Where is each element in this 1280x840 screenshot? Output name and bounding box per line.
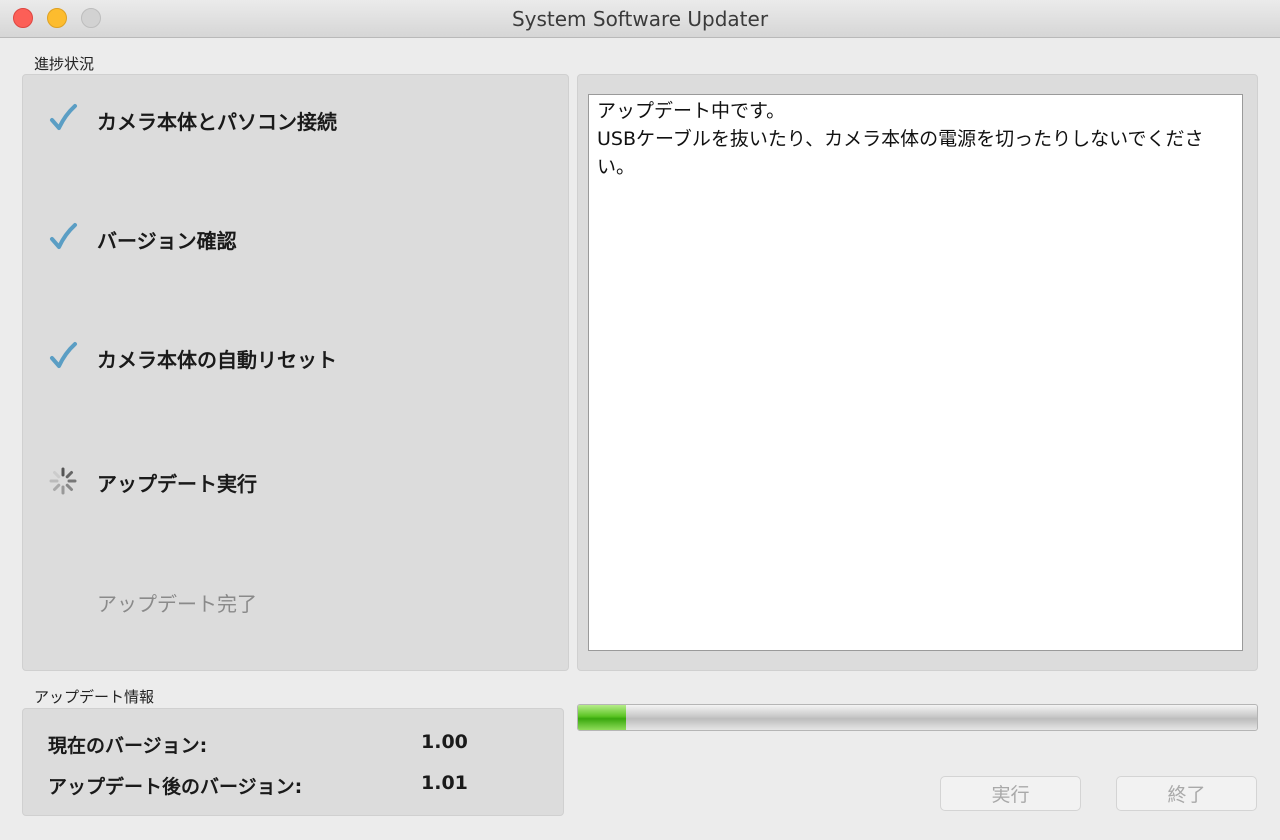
progress-section-label: 進捗状況 <box>34 55 95 73</box>
message-line: USBケーブルを抜いたり、カメラ本体の電源を切ったりしないでください。 <box>597 128 1204 178</box>
step-auto-reset: カメラ本体の自動リセット <box>47 341 337 373</box>
step-update-run: アップデート実行 <box>47 465 257 497</box>
step-label: アップデート実行 <box>97 472 257 496</box>
step-version-check: バージョン確認 <box>47 222 237 254</box>
window-title: System Software Updater <box>511 7 769 31</box>
update-progress-bar <box>577 704 1258 731</box>
spinner-icon <box>49 467 77 495</box>
update-info-label: アップデート情報 <box>34 688 155 706</box>
steps-panel: カメラ本体とパソコン接続 バージョン確認 カメラ本体の自動リセット アップデート… <box>22 74 569 671</box>
after-version-label: アップデート後のバージョン: <box>48 776 303 798</box>
quit-button[interactable]: 終了 <box>1116 776 1257 811</box>
progress-fill <box>578 705 626 730</box>
step-label: カメラ本体の自動リセット <box>97 348 337 372</box>
checkmark-icon <box>50 104 77 130</box>
current-version-value: 1.00 <box>421 731 468 753</box>
step-label: カメラ本体とパソコン接続 <box>97 110 337 134</box>
current-version-label: 現在のバージョン: <box>48 735 208 757</box>
step-label: アップデート完了 <box>97 592 257 616</box>
checkmark-icon <box>50 342 77 368</box>
checkmark-icon <box>50 223 77 249</box>
run-button[interactable]: 実行 <box>940 776 1081 811</box>
after-version-value: 1.01 <box>421 772 468 794</box>
step-update-complete: アップデート完了 <box>47 585 257 617</box>
title-bar: System Software Updater <box>0 0 1280 38</box>
step-connect: カメラ本体とパソコン接続 <box>47 103 337 135</box>
message-line: アップデート中です。 <box>597 100 786 122</box>
update-info-panel <box>22 708 564 816</box>
message-box: アップデート中です。 USBケーブルを抜いたり、カメラ本体の電源を切ったりしない… <box>588 94 1243 651</box>
step-label: バージョン確認 <box>97 229 237 253</box>
